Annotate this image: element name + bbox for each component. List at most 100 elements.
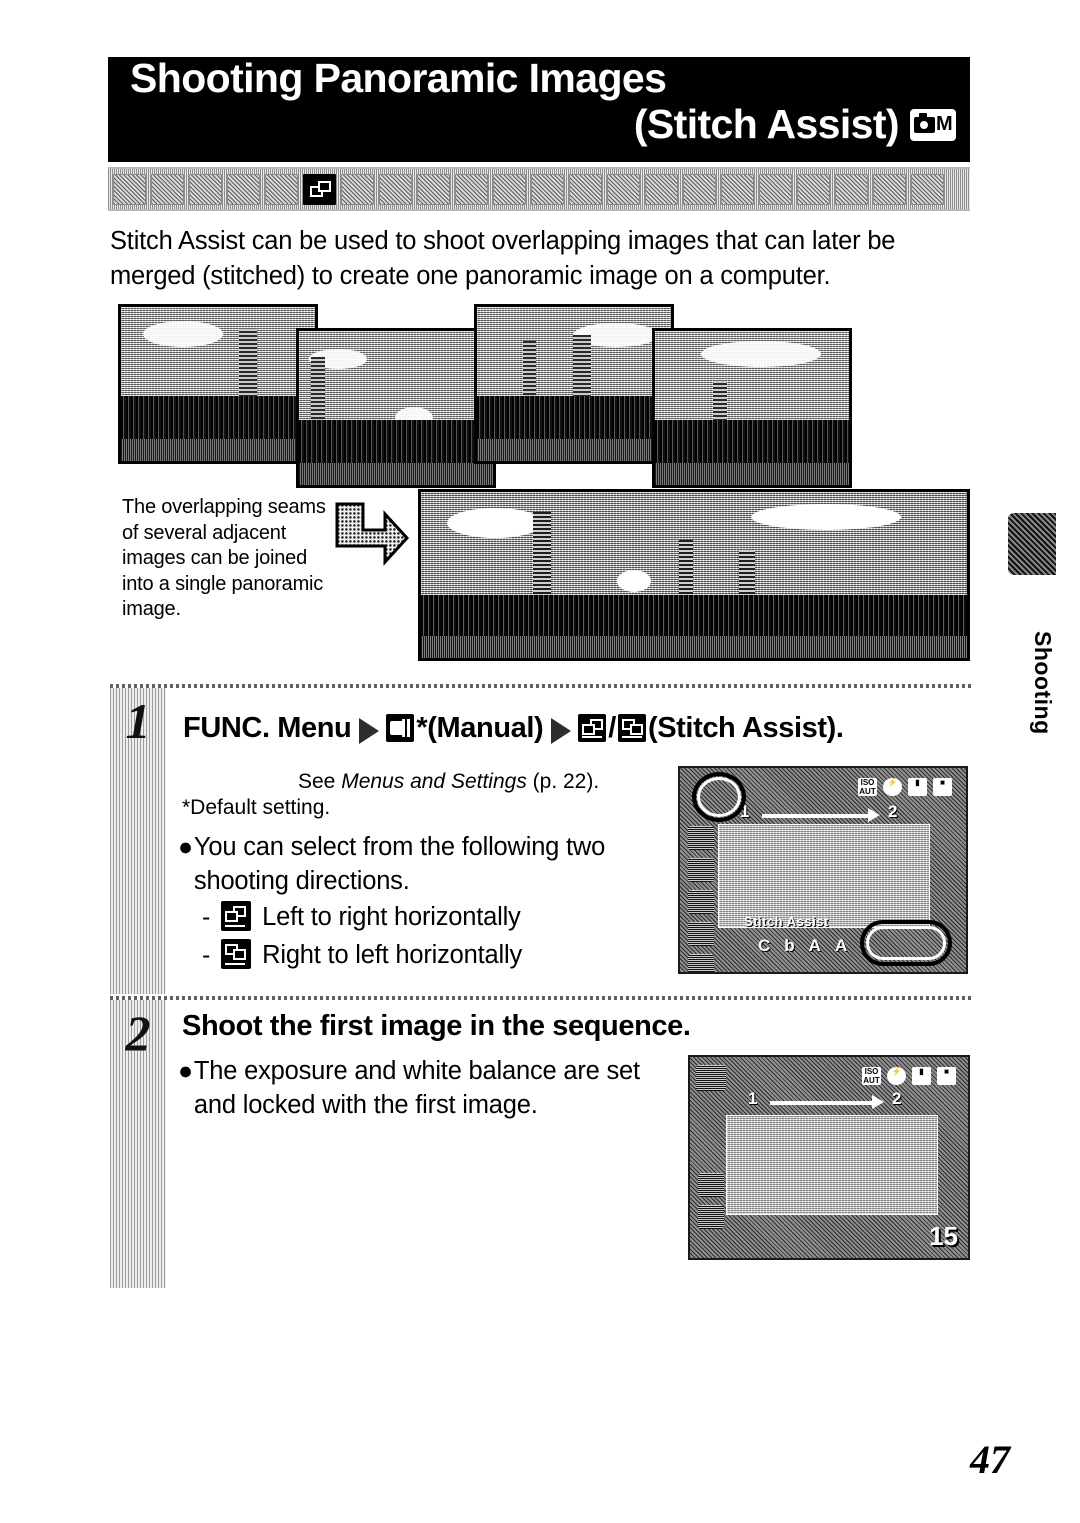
flash-icon: ⚡ bbox=[883, 778, 902, 796]
side-tab-block bbox=[1008, 513, 1056, 575]
stitch-base-line bbox=[621, 735, 642, 738]
bottom-icon-b: b bbox=[784, 936, 795, 955]
step-separator bbox=[110, 996, 972, 1000]
lcd-direction-line bbox=[770, 1101, 874, 1105]
step1-heading-text-1: FUNC. Menu bbox=[183, 712, 352, 744]
frame-counter: 15 bbox=[929, 1221, 958, 1251]
page-title-line2-group: (Stitch Assist) M bbox=[634, 101, 956, 148]
page-title-line1: Shooting Panoramic Images bbox=[130, 57, 667, 101]
lcd-mode-caption: Stitch Assist bbox=[744, 914, 829, 929]
mode-icon bbox=[721, 173, 754, 205]
step2-bullet: ● The exposure and white balance are set… bbox=[178, 1054, 648, 1122]
step2-bullet-block: ● The exposure and white balance are set… bbox=[178, 1054, 648, 1122]
step1-bullet: ● You can select from the following two … bbox=[178, 830, 658, 898]
exposure-icon bbox=[688, 826, 714, 850]
mode-icon bbox=[797, 173, 830, 205]
panorama-tower bbox=[739, 550, 755, 598]
manual-mode-icon bbox=[386, 713, 415, 742]
effect-icon bbox=[688, 922, 714, 946]
collage-caption: The overlapping seams of several adjacen… bbox=[122, 496, 326, 620]
bullet-dot-icon: ● bbox=[178, 833, 193, 861]
lcd-indicator-end: 2 bbox=[892, 1089, 902, 1108]
stitch-right-to-left-icon bbox=[617, 713, 646, 742]
panorama-tower bbox=[533, 512, 551, 598]
stitch-left-to-right-icon bbox=[578, 713, 607, 742]
stitch-left-to-right-icon bbox=[696, 1065, 726, 1091]
bottom-icon-c: C bbox=[758, 936, 771, 955]
flash-off-icon bbox=[688, 890, 714, 914]
mode-icon bbox=[493, 173, 526, 205]
resolution-icon bbox=[688, 954, 714, 972]
lcd-top-status-icons: ISO AUT ⚡ ▮ ■ bbox=[862, 1067, 956, 1085]
source-photo bbox=[652, 328, 852, 488]
photo-cloud bbox=[143, 321, 223, 347]
white-balance-icon bbox=[688, 858, 714, 882]
mode-icon bbox=[911, 173, 944, 205]
step1-heading-text-3: (Stitch Assist). bbox=[647, 712, 844, 744]
section-side-tab: Shooting bbox=[1008, 513, 1056, 788]
camera-viewfinder-shape bbox=[919, 112, 927, 118]
mode-icon bbox=[835, 173, 868, 205]
option-label: Left to right horizontally bbox=[262, 903, 521, 931]
lcd-direction-arrowhead bbox=[872, 1095, 884, 1109]
stitch-left-to-right-icon bbox=[221, 901, 252, 931]
mode-icon bbox=[569, 173, 602, 205]
photo-cloud bbox=[701, 341, 821, 367]
lcd-bottom-icons: C b A A bbox=[758, 936, 847, 956]
intro-paragraph: Stitch Assist can be used to shoot overl… bbox=[110, 227, 896, 290]
mode-icon bbox=[417, 173, 450, 205]
page-number: 47 bbox=[970, 1437, 1010, 1482]
arrow-right-icon bbox=[359, 717, 380, 744]
func-menu-callout-inner bbox=[697, 777, 741, 817]
stitch-base-line bbox=[225, 925, 246, 927]
lcd-direction-arrowhead bbox=[868, 808, 880, 822]
manual-icon-shape-c bbox=[407, 718, 411, 737]
source-photo bbox=[296, 328, 496, 488]
step1-bullet-text: You can select from the following two sh… bbox=[193, 833, 606, 895]
mode-icon bbox=[759, 173, 792, 205]
photo-collage bbox=[110, 298, 870, 488]
stitch-frame-front bbox=[233, 949, 247, 960]
step-number: 1 bbox=[125, 693, 151, 749]
step1-option-left-to-right: - Left to right horizontally bbox=[202, 898, 658, 936]
panorama-cloud bbox=[751, 504, 901, 530]
mode-icon bbox=[227, 173, 260, 205]
bent-arrow-icon bbox=[333, 500, 410, 572]
source-photo bbox=[474, 304, 674, 464]
mode-icon bbox=[265, 173, 298, 205]
panorama-tower bbox=[679, 540, 693, 598]
see-suffix: (p. 22). bbox=[526, 770, 600, 793]
bullet-dot-icon: ● bbox=[178, 1057, 193, 1085]
source-photo bbox=[118, 304, 318, 464]
arrow-right-icon bbox=[551, 717, 572, 744]
step-separator bbox=[110, 684, 972, 688]
stitch-frame-front bbox=[629, 723, 643, 735]
mode-icon bbox=[873, 173, 906, 205]
lcd-preview-area bbox=[718, 824, 930, 928]
step1-see-reference: See Menus and Settings (p. 22). bbox=[298, 768, 599, 796]
lcd-stitch-mode-icon-group bbox=[696, 1065, 726, 1091]
step1-option-right-to-left: - Right to left horizontally bbox=[202, 936, 658, 974]
panorama-water bbox=[421, 636, 967, 658]
display-icon: ▮ bbox=[912, 1067, 931, 1085]
mode-icon bbox=[683, 173, 716, 205]
lcd-indicator-end: 2 bbox=[888, 802, 898, 821]
stitch-frame-front bbox=[225, 911, 239, 922]
mode-icon bbox=[531, 173, 564, 205]
photo-water bbox=[655, 463, 849, 485]
step-number: 2 bbox=[125, 1005, 151, 1061]
step1-default-note: *Default setting. bbox=[182, 796, 331, 819]
step-number-column: 2 bbox=[110, 1000, 166, 1288]
iso-auto-icon: ISO AUT bbox=[858, 778, 877, 796]
lcd-indicator-start: 1 bbox=[748, 1089, 758, 1108]
shooting-mode-strip bbox=[108, 167, 970, 211]
stitch-base-line bbox=[582, 735, 603, 738]
resolution-icon bbox=[698, 1205, 724, 1229]
mode-icon bbox=[455, 173, 488, 205]
dash-marker: - bbox=[202, 903, 211, 931]
mode-icon bbox=[189, 173, 222, 205]
step1-bullet-block: ● You can select from the following two … bbox=[178, 830, 658, 974]
page-title-line2: (Stitch Assist) bbox=[633, 101, 900, 147]
mode-icon bbox=[379, 173, 412, 205]
manual-page: Shooting Panoramic Images (Stitch Assist… bbox=[0, 0, 1080, 1523]
